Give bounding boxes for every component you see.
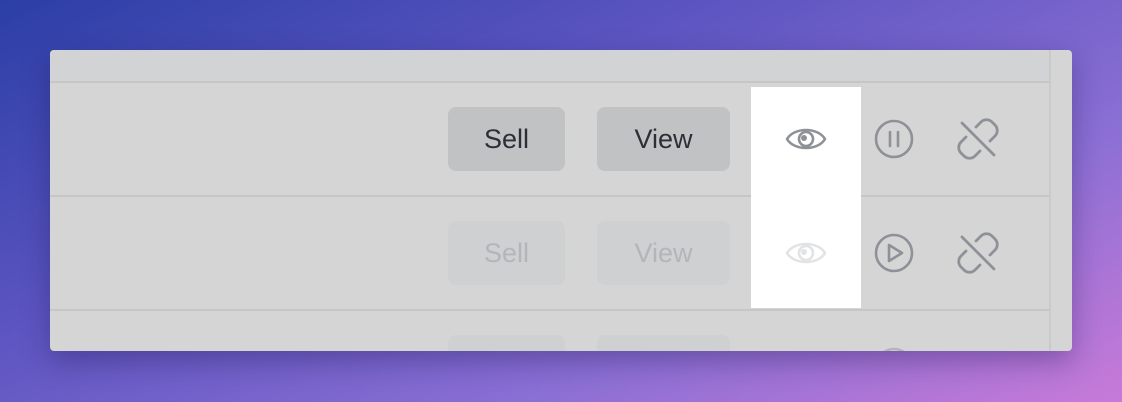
- scrollbar-track[interactable]: [1049, 50, 1051, 351]
- pause-circle-icon[interactable]: [872, 117, 916, 161]
- pause-circle-icon[interactable]: [872, 345, 916, 351]
- eye-icon[interactable]: [784, 231, 828, 275]
- sell-button[interactable]: Sell: [448, 107, 565, 171]
- table-header: [50, 50, 1049, 82]
- view-button[interactable]: View: [597, 107, 730, 171]
- sell-button[interactable]: [448, 335, 565, 351]
- view-button[interactable]: View: [597, 221, 730, 285]
- unlink-icon[interactable]: [956, 117, 1000, 161]
- play-circle-icon[interactable]: [872, 231, 916, 275]
- row-divider: [50, 309, 1049, 311]
- items-table-panel: Sell View Sell View: [50, 50, 1072, 351]
- row-divider: [50, 195, 1049, 197]
- view-button[interactable]: [597, 335, 730, 351]
- row-divider: [50, 81, 1049, 83]
- unlink-icon[interactable]: [956, 231, 1000, 275]
- eye-icon[interactable]: [784, 117, 828, 161]
- sell-button[interactable]: Sell: [448, 221, 565, 285]
